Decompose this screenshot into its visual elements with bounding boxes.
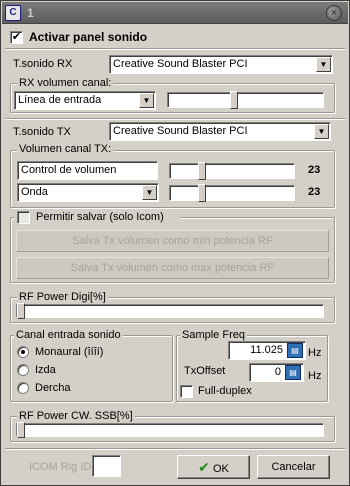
tx-mode-value: Onda [21,186,48,198]
rx-sound-card-select[interactable]: Creative Sound Blaster PCI ▼ [109,55,333,74]
activar-panel-checkbox[interactable]: ✔ [10,31,23,44]
tx-sound-card-value: Creative Sound Blaster PCI [113,125,248,137]
ok-label: OK [212,463,229,475]
canal-radio-dercha[interactable] [17,382,29,394]
sample-freq-field[interactable]: 11.025 ▤ [228,341,306,360]
rf-digi-slider[interactable] [16,303,324,319]
txoffset-unit: Hz [308,370,322,382]
sample-title: Sample Freq [180,329,247,341]
tx-mode-slider[interactable] [169,184,295,202]
title-bar[interactable]: C 1 × [2,2,348,24]
permitir-label: Permitir salvar (solo Icom) [36,211,164,223]
spinner-icon[interactable]: ▤ [287,343,303,358]
icom-rig-id-field[interactable] [92,455,121,477]
rf-digi-title: RF Power Digi[%] [17,291,108,303]
canal-option-izda: Izda [35,364,56,376]
rx-sound-card-value: Creative Sound Blaster PCI [113,58,248,70]
save-tx-min-button[interactable]: Salva Tx volumen como min potencia RF [16,230,329,252]
permitir-checkbox[interactable] [17,211,30,224]
tx-mode-select[interactable]: Onda ▼ [17,183,159,202]
txoffset-value: 0 [274,366,281,378]
canal-title: Canal entrada sonido [14,329,123,341]
rx-volume-slider[interactable] [167,91,324,109]
chevron-down-icon[interactable]: ▼ [316,57,331,72]
chevron-down-icon[interactable]: ▼ [139,93,154,108]
window-app-icon: C [5,5,21,21]
divider-rx-tx [5,118,345,120]
rf-cw-title: RF Power CW. SSB[%] [17,410,135,422]
txoffset-label: TxOffset [184,365,226,377]
tx-mode-slider-thumb[interactable] [198,184,206,202]
rx-volume-slider-thumb[interactable] [230,91,238,109]
checkmark-icon: ✔ [198,459,210,475]
canal-radio-izda[interactable] [17,364,29,376]
canal-option-dercha: Dercha [35,382,71,394]
ok-button[interactable]: ✔ OK [177,455,250,479]
close-icon[interactable]: × [326,5,342,21]
tx-volume-group-title: Volumen canal TX: [17,143,114,155]
tx-sound-card-label: T.sonido TX [13,126,71,138]
tx-sound-card-select[interactable]: Creative Sound Blaster PCI ▼ [109,122,331,141]
sample-freq-value: 11.025 [250,344,283,356]
cancel-button[interactable]: Cancelar [257,455,330,479]
divider-footer [5,448,345,450]
full-duplex-checkbox[interactable] [180,385,193,398]
canal-option-monaural: Monaural (îíîí) [35,346,104,358]
tx-control-value: Control de volumen [21,164,117,176]
icom-rig-id-label: ICOM Rig ID [29,461,92,473]
save-tx-max-button[interactable]: Salva Tx volumen como max potencia RF [16,257,329,279]
sound-settings-window: C 1 × ✔ Activar panel sonido T.sonido RX… [0,0,350,486]
window-title: 1 [27,6,34,20]
chevron-down-icon[interactable]: ▼ [142,185,157,200]
canal-radio-monaural[interactable] [17,346,29,358]
txoffset-field[interactable]: 0 ▤ [249,363,304,382]
rx-sound-card-label: T.sonido RX [13,58,73,70]
spinner-icon[interactable]: ▤ [285,365,301,380]
rx-volume-group-title: RX volumen canal: [17,77,114,89]
tx-control-level: 23 [308,164,321,176]
divider-top [5,48,345,50]
rx-input-select[interactable]: Línea de entrada ▼ [14,91,156,110]
tx-mode-level: 23 [308,186,321,198]
rx-input-value: Línea de entrada [18,94,102,106]
rf-digi-slider-thumb[interactable] [17,303,25,319]
sample-freq-unit: Hz [308,347,322,359]
rf-cw-slider-thumb[interactable] [17,422,25,438]
tx-control-slider-thumb[interactable] [198,162,206,180]
activar-panel-label: Activar panel sonido [29,30,148,44]
tx-control-slider[interactable] [169,162,295,180]
tx-control-field[interactable]: Control de volumen [17,161,158,180]
full-duplex-label: Full-duplex [198,385,252,397]
chevron-down-icon[interactable]: ▼ [314,124,329,139]
rf-cw-slider[interactable] [16,422,324,438]
